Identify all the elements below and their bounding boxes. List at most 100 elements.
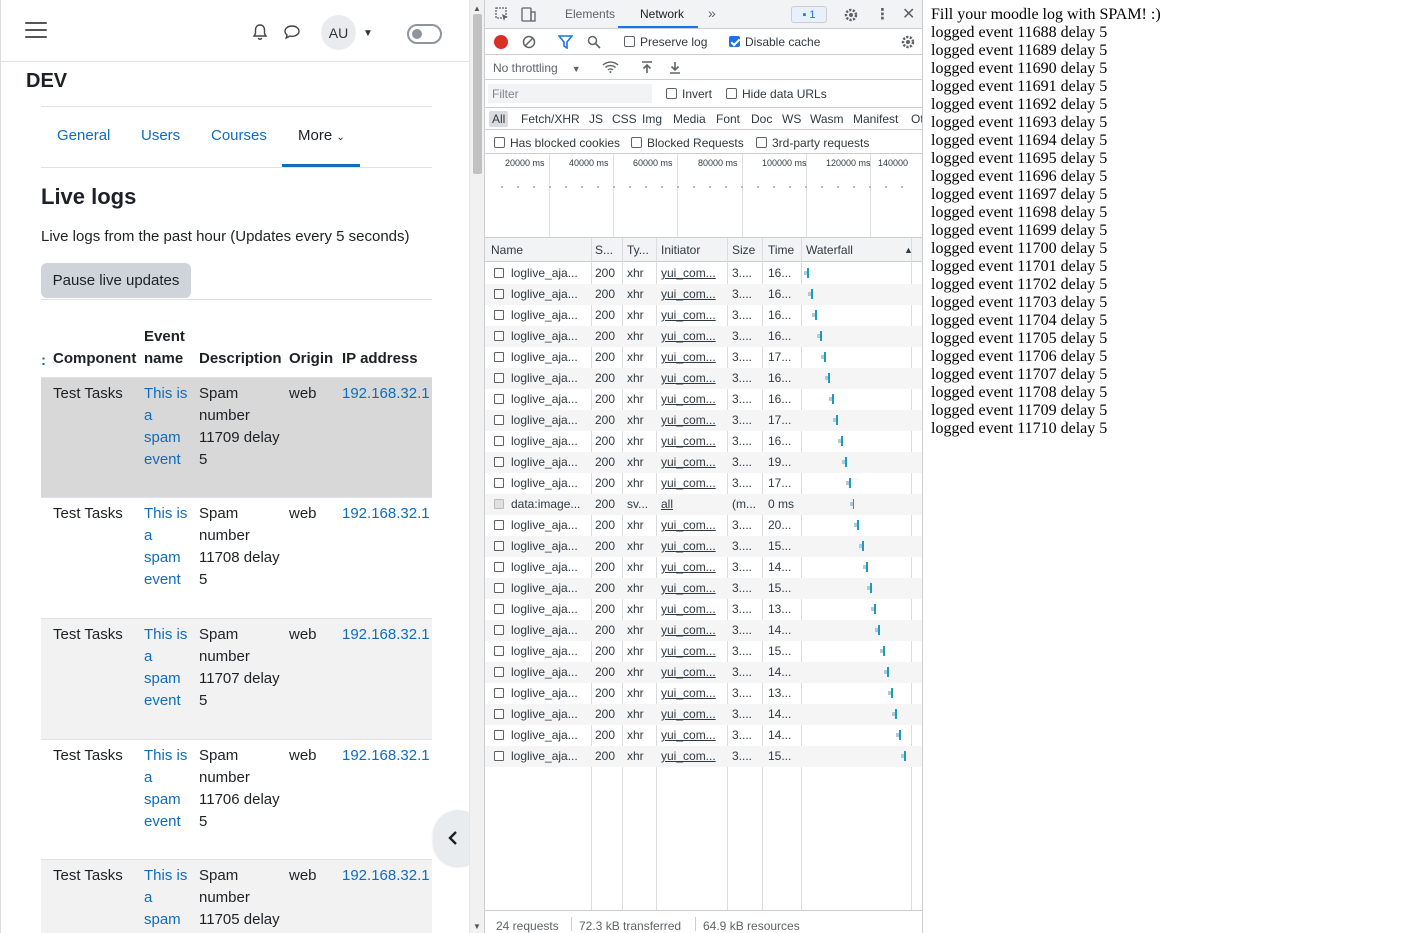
row-ip-link[interactable]: 192.168.32.1 bbox=[342, 383, 430, 405]
request-row[interactable]: loglive_aja... 200 xhr yui_com... 3.... 15... bbox=[485, 578, 922, 599]
request-row[interactable]: loglive_aja... 200 xhr yui_com... 3.... 19... bbox=[485, 452, 922, 473]
more-tabs-icon[interactable]: » bbox=[708, 5, 716, 21]
type-img[interactable]: Img bbox=[639, 111, 665, 127]
request-row[interactable]: loglive_aja... 200 xhr yui_com... 3.... 14... bbox=[485, 620, 922, 641]
request-initiator[interactable]: yui_com... bbox=[661, 308, 725, 322]
type-manifest[interactable]: Manifest bbox=[850, 111, 901, 127]
dark-mode-toggle[interactable] bbox=[407, 24, 442, 44]
col-header-name[interactable]: Name bbox=[491, 243, 523, 257]
column-resize-handle[interactable]: : bbox=[41, 352, 46, 369]
request-row[interactable]: loglive_aja... 200 xhr yui_com... 3.... 17... bbox=[485, 347, 922, 368]
request-row[interactable]: loglive_aja... 200 xhr yui_com... 3.... 16... bbox=[485, 431, 922, 452]
type-all[interactable]: All bbox=[489, 111, 509, 127]
request-row[interactable]: loglive_aja... 200 xhr yui_com... 3.... 14... bbox=[485, 704, 922, 725]
menu-icon[interactable] bbox=[25, 22, 47, 40]
request-initiator[interactable]: yui_com... bbox=[661, 623, 725, 637]
invert-checkbox[interactable]: Invert bbox=[666, 87, 712, 101]
request-initiator[interactable]: yui_com... bbox=[661, 644, 725, 658]
hide-data-urls-checkbox[interactable]: Hide data URLs bbox=[726, 87, 827, 101]
col-header-event-name[interactable]: Event name bbox=[144, 326, 192, 370]
upload-icon[interactable] bbox=[641, 61, 653, 74]
row-ip-link[interactable]: 192.168.32.1 bbox=[342, 865, 430, 887]
col-header-time[interactable]: Time bbox=[768, 243, 794, 257]
col-header-initiator[interactable]: Initiator bbox=[661, 243, 700, 257]
close-icon[interactable]: ✕ bbox=[902, 4, 915, 24]
tab-elements[interactable]: Elements bbox=[565, 7, 615, 21]
inspect-icon[interactable] bbox=[495, 7, 510, 22]
wifi-icon[interactable] bbox=[602, 60, 619, 74]
request-row[interactable]: loglive_aja... 200 xhr yui_com... 3.... 14... bbox=[485, 725, 922, 746]
row-event-link[interactable]: This is a spam event bbox=[144, 745, 192, 833]
request-initiator[interactable]: yui_com... bbox=[661, 392, 725, 406]
type-media[interactable]: Media bbox=[670, 111, 709, 127]
chat-icon[interactable] bbox=[283, 24, 301, 40]
page-scrollbar[interactable]: ▲ ▼ bbox=[469, 0, 484, 933]
request-row[interactable]: loglive_aja... 200 xhr yui_com... 3.... 15... bbox=[485, 641, 922, 662]
request-row[interactable]: loglive_aja... 200 xhr yui_com... 3.... 17... bbox=[485, 410, 922, 431]
request-initiator[interactable]: yui_com... bbox=[661, 539, 725, 553]
request-initiator[interactable]: yui_com... bbox=[661, 707, 725, 721]
col-header-status[interactable]: S... bbox=[595, 243, 613, 257]
tab-network[interactable]: Network bbox=[640, 7, 684, 21]
col-header-waterfall[interactable]: Waterfall bbox=[806, 243, 853, 257]
request-row[interactable]: loglive_aja... 200 xhr yui_com... 3.... 16... bbox=[485, 263, 922, 284]
type-js[interactable]: JS bbox=[586, 111, 606, 127]
request-initiator[interactable]: yui_com... bbox=[661, 686, 725, 700]
row-ip-link[interactable]: 192.168.32.1 bbox=[342, 745, 430, 767]
col-header-size[interactable]: Size bbox=[732, 243, 755, 257]
filter-input[interactable] bbox=[488, 84, 652, 103]
request-initiator[interactable]: yui_com... bbox=[661, 602, 725, 616]
col-header-origin[interactable]: Origin bbox=[289, 348, 333, 370]
network-settings-icon[interactable] bbox=[900, 34, 916, 50]
request-row[interactable]: loglive_aja... 200 xhr yui_com... 3.... 16... bbox=[485, 284, 922, 305]
tab-users[interactable]: Users bbox=[141, 127, 180, 144]
row-event-link[interactable]: This is a spam event bbox=[144, 503, 192, 591]
row-ip-link[interactable]: 192.168.32.1 bbox=[342, 503, 430, 525]
request-row[interactable]: loglive_aja... 200 xhr yui_com... 3.... 16... bbox=[485, 326, 922, 347]
record-icon[interactable] bbox=[494, 35, 508, 49]
preserve-log-checkbox[interactable]: Preserve log bbox=[624, 35, 707, 49]
request-initiator[interactable]: yui_com... bbox=[661, 665, 725, 679]
request-row[interactable]: loglive_aja... 200 xhr yui_com... 3.... 16... bbox=[485, 305, 922, 326]
tab-general[interactable]: General bbox=[57, 127, 110, 144]
type-other[interactable]: Ot bbox=[908, 111, 922, 127]
scroll-up-icon[interactable]: ▲ bbox=[473, 4, 481, 13]
device-toolbar-icon[interactable] bbox=[521, 7, 536, 22]
filter-icon[interactable] bbox=[558, 35, 573, 49]
avatar[interactable]: AU bbox=[321, 15, 356, 50]
request-row[interactable]: loglive_aja... 200 xhr yui_com... 3.... 13... bbox=[485, 683, 922, 704]
network-overview[interactable]: 20000 ms 40000 ms 60000 ms 80000 ms 100000 m… bbox=[485, 154, 922, 238]
col-header-description[interactable]: Description bbox=[199, 348, 282, 370]
row-event-link[interactable]: This is a spam event bbox=[144, 383, 192, 471]
tab-courses[interactable]: Courses bbox=[211, 127, 267, 144]
search-icon[interactable] bbox=[587, 35, 601, 49]
type-doc[interactable]: Doc bbox=[748, 111, 775, 127]
request-row[interactable]: loglive_aja... 200 xhr yui_com... 3.... 16... bbox=[485, 368, 922, 389]
type-wasm[interactable]: Wasm bbox=[807, 111, 847, 127]
request-initiator[interactable]: yui_com... bbox=[661, 518, 725, 532]
request-row[interactable]: loglive_aja... 200 xhr yui_com... 3.... 20... bbox=[485, 515, 922, 536]
issues-badge[interactable]: ▪ 1 bbox=[791, 6, 827, 23]
tab-more[interactable]: More ⌄ bbox=[298, 127, 345, 144]
row-ip-link[interactable]: 192.168.32.1 bbox=[342, 624, 430, 646]
col-header-type[interactable]: Ty... bbox=[627, 243, 649, 257]
type-ws[interactable]: WS bbox=[779, 111, 804, 127]
pause-live-updates-button[interactable]: Pause live updates bbox=[41, 263, 191, 298]
type-css[interactable]: CSS bbox=[609, 111, 640, 127]
request-initiator[interactable]: yui_com... bbox=[661, 413, 725, 427]
request-row[interactable]: data:image... 200 sv... all (m... 0 ms bbox=[485, 494, 922, 515]
request-row[interactable]: loglive_aja... 200 xhr yui_com... 3.... 17... bbox=[485, 473, 922, 494]
request-initiator[interactable]: yui_com... bbox=[661, 455, 725, 469]
request-initiator[interactable]: yui_com... bbox=[661, 287, 725, 301]
scrollbar-thumb[interactable] bbox=[473, 14, 482, 174]
blocked-requests-checkbox[interactable]: Blocked Requests bbox=[631, 136, 744, 150]
disable-cache-checkbox[interactable]: Disable cache bbox=[729, 35, 820, 49]
request-initiator[interactable]: yui_com... bbox=[661, 350, 725, 364]
chevron-down-icon[interactable]: ▼ bbox=[363, 28, 373, 39]
request-initiator[interactable]: yui_com... bbox=[661, 581, 725, 595]
scroll-down-icon[interactable]: ▼ bbox=[473, 922, 481, 931]
bell-icon[interactable] bbox=[251, 23, 269, 41]
request-initiator[interactable]: yui_com... bbox=[661, 476, 725, 490]
request-initiator[interactable]: yui_com... bbox=[661, 749, 725, 763]
request-row[interactable]: loglive_aja... 200 xhr yui_com... 3.... 16... bbox=[485, 389, 922, 410]
